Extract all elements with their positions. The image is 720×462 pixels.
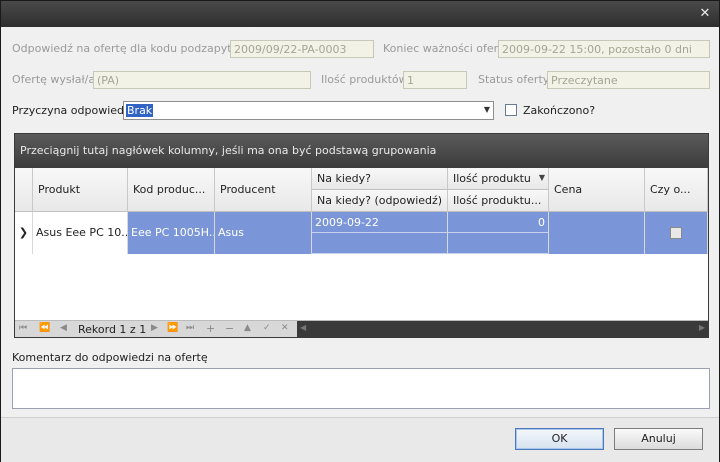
column-header-quantity-response[interactable]: Ilość produktu... — [448, 190, 549, 212]
finished-checkbox[interactable] — [505, 104, 517, 116]
reason-selected-value: Brak — [126, 104, 154, 117]
cancel-button[interactable]: Anuluj — [614, 428, 703, 450]
sent-by-label: Ofertę wysłał/a — [12, 73, 96, 86]
cell-product-code[interactable]: Eee PC 1005H... — [128, 212, 215, 254]
group-panel[interactable]: Przeciągnij tutaj nagłówek kolumny, jeśl… — [15, 134, 708, 168]
cell-price[interactable] — [549, 212, 645, 254]
last-record-icon[interactable]: ⏭ — [186, 323, 194, 333]
column-header-is-it[interactable]: Czy o... — [645, 168, 708, 212]
row-indicator-arrow-icon[interactable]: ❯ — [15, 212, 33, 254]
row-indicator-header — [15, 168, 33, 212]
comment-textarea[interactable] — [12, 368, 710, 409]
close-icon[interactable]: ✕ — [697, 6, 713, 22]
status-field: Przeczytane — [547, 71, 710, 89]
finished-label: Zakończono? — [523, 104, 596, 117]
chevron-down-icon[interactable]: ▼ — [484, 105, 490, 114]
column-header-price[interactable]: Cena — [549, 168, 645, 212]
horizontal-scrollbar[interactable]: ◀ ▶ — [297, 321, 708, 337]
reason-dropdown[interactable]: Brak ▼ — [123, 101, 494, 120]
next-record-icon[interactable]: ▶ — [151, 323, 158, 333]
comment-label: Komentarz do odpowiedzi na ofertę — [12, 351, 208, 364]
response-code-field: 2009/09/22-PA-0003 — [230, 40, 374, 58]
edit-record-icon[interactable]: ▲ — [244, 323, 251, 333]
dialog-footer: OK Anuluj — [1, 417, 719, 462]
title-bar: ✕ — [1, 1, 719, 27]
record-navigator: ⏮ ⏪ ◀ Rekord 1 z 1 ▶ ⏩ ⏭ + − ▲ ✓ ✕ ◀ ▶ — [15, 320, 708, 337]
cell-product[interactable]: Asus Eee PC 10... — [33, 212, 128, 254]
status-label: Status oferty — [478, 73, 550, 86]
confirm-icon[interactable]: ✓ — [263, 323, 271, 333]
record-counter: Rekord 1 z 1 — [78, 323, 147, 336]
expiry-label: Koniec ważności oferty — [383, 42, 509, 55]
cell-producer[interactable]: Asus — [215, 212, 312, 254]
column-header-producer[interactable]: Producent — [215, 168, 312, 212]
sent-by-field: (PA) — [93, 71, 311, 89]
expiry-field: 2009-09-22 15:00, pozostało 0 dni — [498, 40, 710, 58]
first-record-icon[interactable]: ⏮ — [19, 323, 27, 333]
cell-when-response[interactable] — [312, 233, 448, 254]
column-header-when[interactable]: Na kiedy? — [312, 168, 448, 190]
product-count-field: 1 — [403, 71, 467, 89]
cell-quantity[interactable]: 0 — [448, 212, 549, 233]
column-header-quantity[interactable]: Ilość produktu ▼ — [448, 168, 549, 190]
cell-when[interactable]: 2009-09-22 — [312, 212, 448, 233]
response-code-label: Odpowiedź na ofertę dla kodu podzapytani… — [12, 42, 256, 55]
cell-quantity-response[interactable] — [448, 233, 549, 254]
column-header-when-response[interactable]: Na kiedy? (odpowiedź) — [312, 190, 448, 212]
delete-record-icon[interactable]: − — [225, 322, 234, 335]
cancel-edit-icon[interactable]: ✕ — [281, 323, 289, 333]
previous-record-icon[interactable]: ◀ — [60, 323, 67, 333]
row-checkbox[interactable] — [670, 227, 682, 239]
add-record-icon[interactable]: + — [206, 322, 215, 335]
reason-label: Przyczyna odpowiedzi — [12, 104, 133, 117]
scroll-right-icon[interactable]: ▶ — [699, 323, 705, 332]
product-count-label: Ilość produktów — [321, 73, 408, 86]
filter-icon[interactable]: ▼ — [539, 168, 545, 189]
scroll-left-icon[interactable]: ◀ — [300, 323, 306, 332]
column-header-product[interactable]: Produkt — [33, 168, 128, 212]
column-header-product-code[interactable]: Kod produc... — [128, 168, 215, 212]
next-page-icon[interactable]: ⏩ — [167, 323, 178, 333]
ok-button[interactable]: OK — [515, 428, 604, 450]
previous-page-icon[interactable]: ⏪ — [39, 323, 50, 333]
products-grid: Przeciągnij tutaj nagłówek kolumny, jeśl… — [14, 133, 709, 338]
dialog-window: ✕ Odpowiedź na ofertę dla kodu podzapyta… — [0, 0, 720, 462]
cell-is-it[interactable] — [645, 212, 708, 254]
